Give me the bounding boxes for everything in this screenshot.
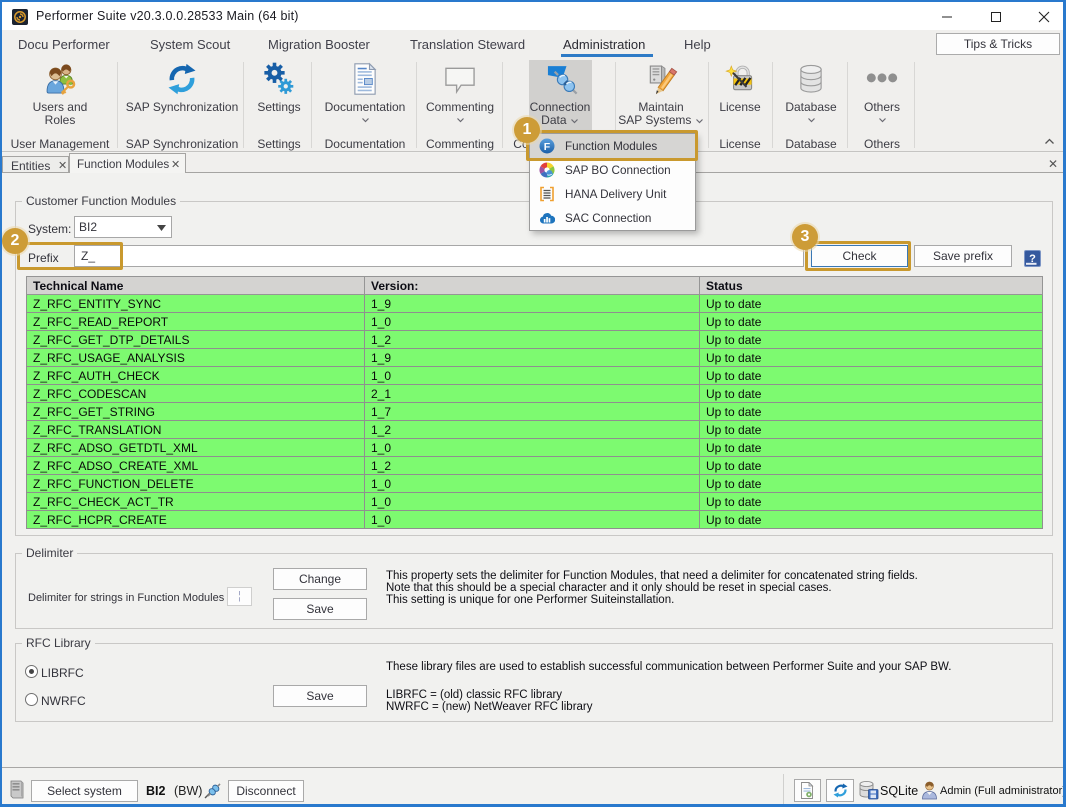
svg-text:?: ? (1029, 253, 1036, 265)
